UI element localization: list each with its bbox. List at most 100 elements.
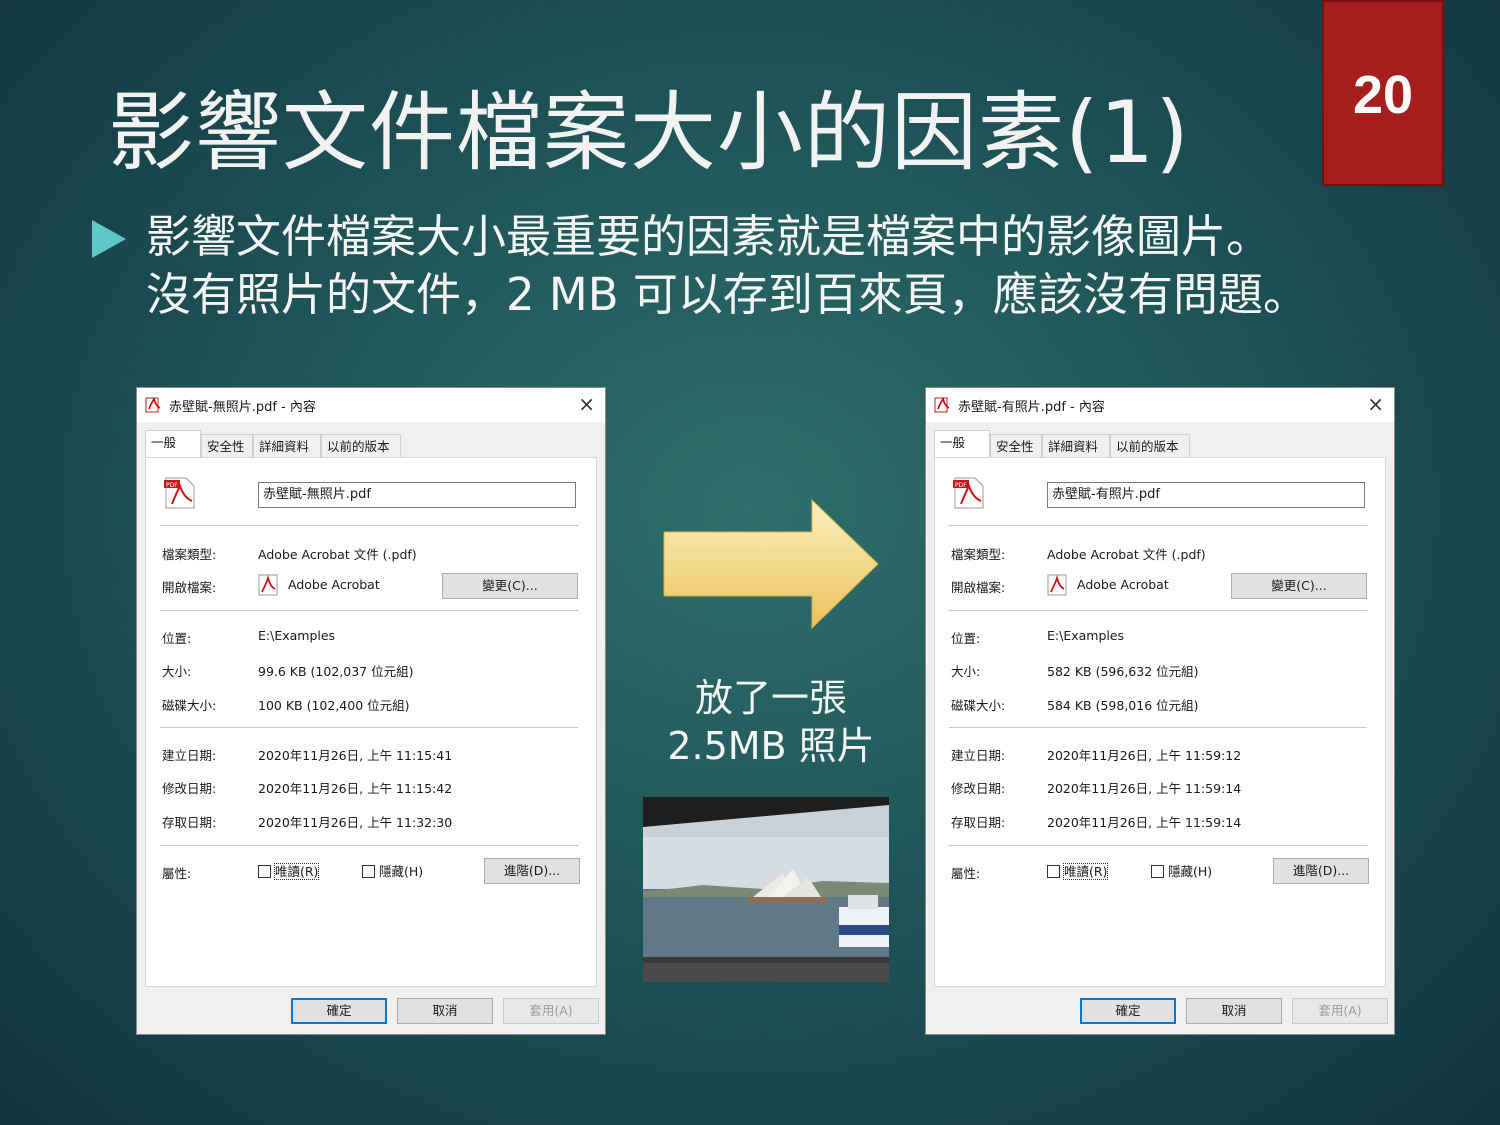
advanced-button[interactable]: 進階(D)... [1273,858,1369,884]
sydney-harbour-photo [643,797,889,982]
opens-with-label: 開啟檔案: [162,580,217,595]
hidden-checkbox[interactable]: 隱藏(H) [362,865,423,879]
general-panel: PDF 赤壁賦-有照片.pdf 檔案類型: Adobe Acrobat 文件 (.pd… [934,457,1386,987]
tab-general[interactable]: 一般 [934,430,990,458]
change-button[interactable]: 變更(C)... [1231,573,1367,599]
opens-with-label: 開啟檔案: [951,580,1006,595]
hidden-label: 隱藏(H) [1168,864,1213,879]
tab-security[interactable]: 安全性 [201,434,253,458]
acrobat-app-icon [258,574,278,596]
divider [160,845,578,846]
properties-dialog-no-photo: 赤壁賦-無照片.pdf - 內容 × 一般 安全性 詳細資料 以前的版本 PDF 赤壁賦-無照… [136,387,606,1035]
properties-dialog-with-photo: 赤壁賦-有照片.pdf - 內容 × 一般 安全性 詳細資料 以前的版本 PDF 赤壁賦-有照… [925,387,1395,1035]
hidden-checkbox[interactable]: 隱藏(H) [1151,865,1212,879]
caption-line-1: 放了一張 [694,676,847,720]
location-label: 位置: [162,631,192,646]
cancel-button[interactable]: 取消 [397,998,493,1024]
disk-size-label: 磁碟大小: [162,698,217,713]
created-label: 建立日期: [162,748,217,763]
svg-text:PDF: PDF [166,482,178,489]
checkbox-box[interactable] [1047,865,1060,878]
checkbox-box[interactable] [362,865,375,878]
acrobat-app-icon [1047,574,1067,596]
readonly-checkbox[interactable]: 唯讀(R) [258,863,320,880]
attributes-label: 屬性: [951,866,981,881]
page-number-badge: 20 [1322,0,1444,186]
change-button[interactable]: 變更(C)... [442,573,578,599]
tab-details[interactable]: 詳細資料 [253,434,321,458]
close-icon[interactable]: × [578,392,595,416]
readonly-label: 唯讀(R) [1062,863,1109,880]
modified-label: 修改日期: [951,781,1006,796]
divider [949,845,1367,846]
dialog-title: 赤壁賦-無照片.pdf - 內容 [169,400,316,415]
accessed-label: 存取日期: [162,815,217,830]
checkbox-box[interactable] [258,865,271,878]
size-label: 大小: [162,664,192,679]
ok-button[interactable]: 確定 [291,998,387,1024]
close-icon[interactable]: × [1367,392,1384,416]
opens-with-value: Adobe Acrobat [288,577,380,592]
accessed-value: 2020年11月26日, 上午 11:59:14 [1047,815,1242,830]
tab-previous-versions[interactable]: 以前的版本 [1110,434,1190,458]
triangle-bullet-icon [92,220,126,258]
modified-value: 2020年11月26日, 上午 11:15:42 [258,781,453,796]
tab-general[interactable]: 一般 [145,430,201,458]
attributes-label: 屬性: [162,866,192,881]
pdf-document-icon: PDF [953,477,984,509]
filename-field[interactable]: 赤壁賦-有照片.pdf [1047,482,1365,508]
modified-value: 2020年11月26日, 上午 11:59:14 [1047,781,1242,796]
opens-with-value: Adobe Acrobat [1077,577,1169,592]
size-value: 99.6 KB (102,037 位元組) [258,664,414,679]
dialog-titlebar: 赤壁賦-有照片.pdf - 內容 × [926,388,1394,422]
tab-details[interactable]: 詳細資料 [1042,434,1110,458]
cancel-button[interactable]: 取消 [1186,998,1282,1024]
divider [160,727,578,728]
created-value: 2020年11月26日, 上午 11:15:41 [258,748,453,763]
pdf-document-icon: PDF [164,477,195,509]
pdf-file-icon [934,397,950,413]
readonly-checkbox[interactable]: 唯讀(R) [1047,863,1109,880]
accessed-value: 2020年11月26日, 上午 11:32:30 [258,815,453,830]
divider [160,525,578,526]
divider [949,610,1367,611]
apply-button[interactable]: 套用(A) [1292,998,1388,1024]
pdf-file-icon [145,397,161,413]
arrow-caption: 放了一張 2.5MB 照片 [640,674,902,770]
accessed-label: 存取日期: [951,815,1006,830]
slide-title: 影響文件檔案大小的因素(1) [108,83,1190,183]
dialog-titlebar: 赤壁賦-無照片.pdf - 內容 × [137,388,605,422]
tab-previous-versions[interactable]: 以前的版本 [321,434,401,458]
tab-security[interactable]: 安全性 [990,434,1042,458]
dialog-title: 赤壁賦-有照片.pdf - 內容 [958,400,1105,415]
bullet-line-2: 沒有照片的文件，2 MB 可以存到百來頁，應該沒有問題。 [146,268,1308,321]
size-label: 大小: [951,664,981,679]
bullet-line-1: 影響文件檔案大小最重要的因素就是檔案中的影像圖片。 [146,210,1272,263]
created-value: 2020年11月26日, 上午 11:59:12 [1047,748,1242,763]
file-type-value: Adobe Acrobat 文件 (.pdf) [258,547,417,562]
size-value: 582 KB (596,632 位元組) [1047,664,1199,679]
ok-button[interactable]: 確定 [1080,998,1176,1024]
caption-line-2: 2.5MB 照片 [667,724,875,768]
readonly-label: 唯讀(R) [273,863,320,880]
right-arrow-icon [663,498,879,630]
created-label: 建立日期: [951,748,1006,763]
location-value: E:\Examples [1047,628,1125,643]
location-label: 位置: [951,631,981,646]
checkbox-box[interactable] [1151,865,1164,878]
filename-field[interactable]: 赤壁賦-無照片.pdf [258,482,576,508]
disk-size-label: 磁碟大小: [951,698,1006,713]
disk-size-value: 584 KB (598,016 位元組) [1047,698,1199,713]
modified-label: 修改日期: [162,781,217,796]
disk-size-value: 100 KB (102,400 位元組) [258,698,410,713]
location-value: E:\Examples [258,628,336,643]
bullet-point: 影響文件檔案大小最重要的因素就是檔案中的影像圖片。 沒有照片的文件，2 MB 可… [92,208,1482,324]
apply-button[interactable]: 套用(A) [503,998,599,1024]
advanced-button[interactable]: 進階(D)... [484,858,580,884]
svg-text:PDF: PDF [955,482,967,489]
file-type-label: 檔案類型: [951,547,1006,562]
file-type-label: 檔案類型: [162,547,217,562]
divider [949,727,1367,728]
divider [949,525,1367,526]
hidden-label: 隱藏(H) [379,864,424,879]
